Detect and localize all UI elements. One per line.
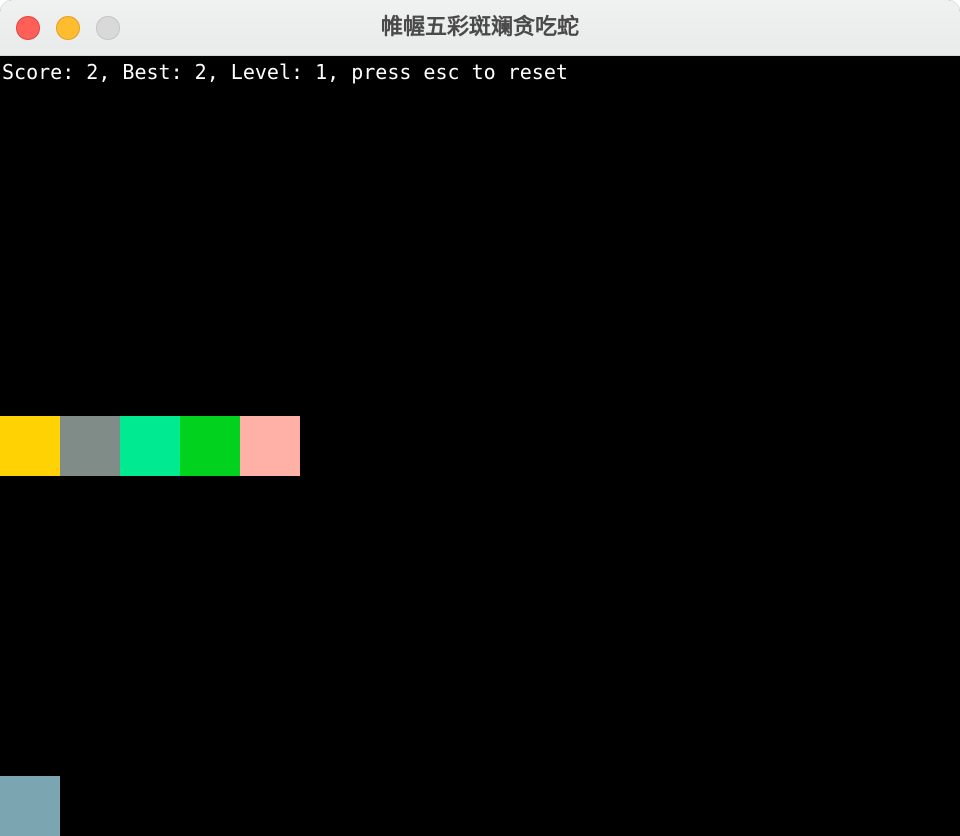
score-status-text: Score: 2, Best: 2, Level: 1, press esc t… [2, 60, 568, 84]
snake-segment [0, 416, 60, 476]
game-board[interactable]: Score: 2, Best: 2, Level: 1, press esc t… [0, 56, 960, 836]
title-bar[interactable]: 帷幄五彩斑斓贪吃蛇 [0, 0, 960, 56]
snake-segment [240, 416, 300, 476]
window-title: 帷幄五彩斑斓贪吃蛇 [380, 15, 579, 40]
snake-segment [60, 416, 120, 476]
snake-segment [120, 416, 180, 476]
food-block [0, 776, 60, 836]
snake-segment [180, 416, 240, 476]
game-window: 帷幄五彩斑斓贪吃蛇 Score: 2, Best: 2, Level: 1, p… [0, 0, 960, 836]
